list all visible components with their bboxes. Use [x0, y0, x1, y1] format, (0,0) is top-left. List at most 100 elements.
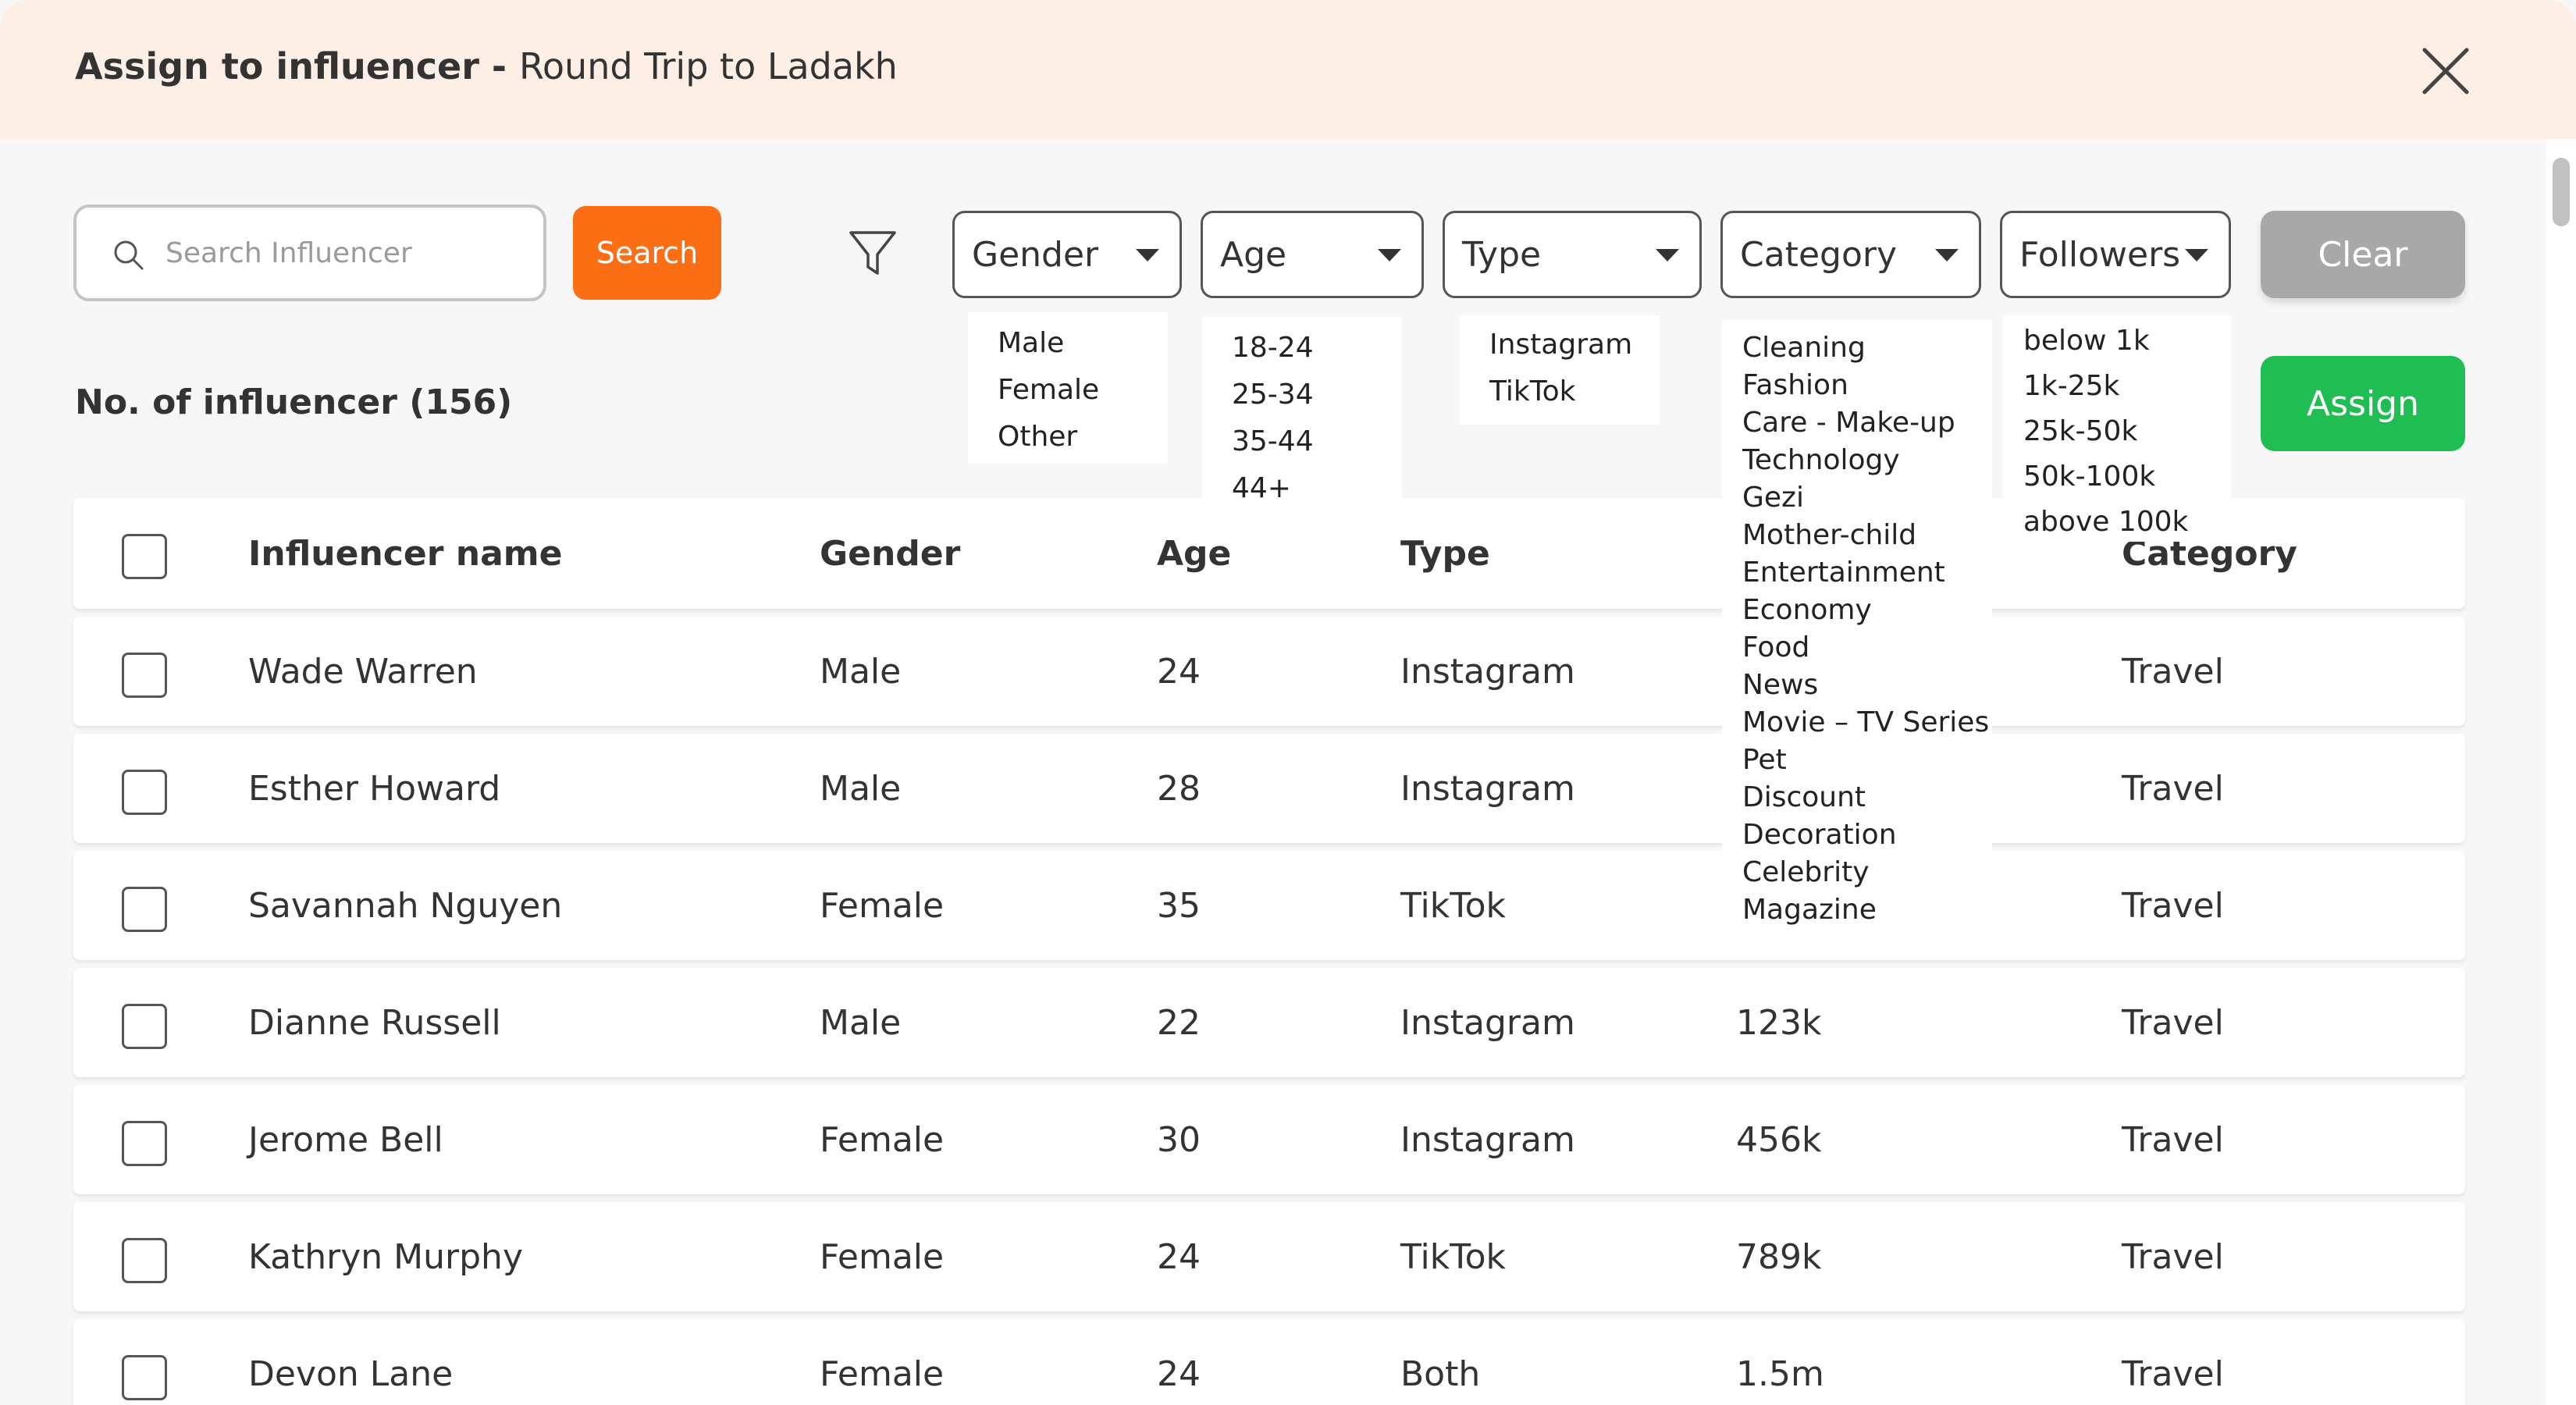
gender-dropdown-label: Gender [972, 234, 1099, 275]
category-option[interactable]: Technology [1742, 442, 1992, 479]
cell-gender: Male [820, 1002, 902, 1043]
header-type[interactable]: Type [1400, 498, 1490, 609]
cell-type: TikTok [1400, 885, 1507, 926]
header-gender[interactable]: Gender [820, 498, 960, 609]
cell-category: Travel [2122, 651, 2224, 692]
category-option[interactable]: Cleaning [1742, 329, 1992, 367]
type-dropdown[interactable]: Type [1443, 211, 1702, 298]
table-row[interactable]: Wade Warren Male 24 Instagram Travel [73, 617, 2465, 726]
table-row[interactable]: Jerome Bell Female 30 Instagram 456k Tra… [73, 1085, 2465, 1194]
category-option[interactable]: Pet [1742, 742, 1992, 779]
table-row[interactable]: Dianne Russell Male 22 Instagram 123k Tr… [73, 968, 2465, 1077]
gender-option[interactable]: Other [998, 414, 1168, 461]
table-row[interactable]: Kathryn Murphy Female 24 TikTok 789k Tra… [73, 1202, 2465, 1311]
age-dropdown-label: Age [1220, 234, 1287, 275]
row-checkbox[interactable] [122, 1355, 167, 1400]
row-checkbox[interactable] [122, 770, 167, 815]
category-dropdown[interactable]: Category [1720, 211, 1981, 298]
modal-header: Assign to influencer - Round Trip to Lad… [0, 0, 2576, 139]
gender-options-menu: Male Female Other [968, 312, 1168, 464]
table-row[interactable]: Devon Lane Female 24 Both 1.5m Travel [73, 1319, 2465, 1405]
category-option[interactable]: Gezi [1742, 479, 1992, 517]
category-option[interactable]: Fashion [1742, 367, 1992, 404]
age-option[interactable]: 18-24 [1232, 325, 1402, 372]
type-options-menu: Instagram TikTok [1460, 315, 1660, 425]
modal-title: Assign to influencer - Round Trip to Lad… [75, 45, 898, 87]
age-options-menu: 18-24 25-34 35-44 44+ [1202, 317, 1402, 504]
search-input[interactable] [165, 223, 525, 283]
category-option[interactable]: Decoration [1742, 816, 1992, 854]
type-option[interactable]: Instagram [1489, 322, 1660, 368]
cell-category: Travel [2122, 1119, 2224, 1160]
category-option[interactable]: Celebrity [1742, 854, 1992, 891]
cell-age: 30 [1157, 1119, 1201, 1160]
row-checkbox[interactable] [122, 653, 167, 698]
influencer-table: Influencer name Gender Age Type Category… [73, 498, 2465, 1405]
cell-followers: 456k [1736, 1119, 1822, 1160]
category-option[interactable]: Economy [1742, 592, 1992, 629]
close-button[interactable] [2417, 42, 2475, 100]
caret-down-icon [1378, 249, 1401, 261]
cell-category: Travel [2122, 1353, 2224, 1394]
scrollbar-thumb[interactable] [2553, 158, 2570, 226]
assign-button[interactable]: Assign [2261, 356, 2465, 451]
followers-option[interactable]: 50k-100k [2023, 454, 2231, 500]
age-dropdown[interactable]: Age [1201, 211, 1424, 298]
followers-option[interactable]: below 1k [2023, 318, 2231, 364]
header-influencer-name[interactable]: Influencer name [248, 498, 562, 609]
cell-followers: 789k [1736, 1236, 1822, 1277]
caret-down-icon [1136, 249, 1159, 261]
scrollbar-track[interactable] [2546, 139, 2576, 1405]
row-checkbox[interactable] [122, 1121, 167, 1166]
cell-type: Both [1400, 1353, 1481, 1394]
cell-name: Esther Howard [248, 768, 501, 809]
table-row[interactable]: Savannah Nguyen Female 35 TikTok Travel [73, 851, 2465, 960]
cell-category: Travel [2122, 885, 2224, 926]
followers-option[interactable]: above 100k [2023, 500, 2231, 545]
category-option[interactable]: Movie – TV Series [1742, 704, 1992, 742]
select-all-checkbox[interactable] [122, 534, 167, 579]
cell-type: Instagram [1400, 1002, 1575, 1043]
influencer-count: No. of influencer (156) [75, 382, 513, 422]
modal-title-campaign: Round Trip to Ladakh [519, 45, 898, 87]
category-option[interactable]: Mother-child [1742, 517, 1992, 554]
type-option[interactable]: TikTok [1489, 368, 1660, 415]
category-option[interactable]: Entertainment [1742, 554, 1992, 592]
category-option[interactable]: Magazine [1742, 891, 1992, 929]
cell-gender: Male [820, 768, 902, 809]
followers-option[interactable]: 25k-50k [2023, 409, 2231, 454]
row-checkbox[interactable] [122, 887, 167, 932]
header-age[interactable]: Age [1157, 498, 1231, 609]
table-row[interactable]: Esther Howard Male 28 Instagram Travel [73, 734, 2465, 843]
followers-options-menu: below 1k 1k-25k 25k-50k 50k-100k above 1… [2003, 315, 2231, 542]
cell-name: Devon Lane [248, 1353, 454, 1394]
gender-option[interactable]: Female [998, 367, 1168, 414]
category-option[interactable]: Care - Make-up [1742, 404, 1992, 442]
clear-button[interactable]: Clear [2261, 211, 2465, 298]
filter-icon[interactable] [846, 226, 899, 279]
age-option[interactable]: 35-44 [1232, 418, 1402, 465]
caret-down-icon [1656, 249, 1679, 261]
category-option[interactable]: Discount [1742, 779, 1992, 816]
cell-name: Kathryn Murphy [248, 1236, 523, 1277]
category-option[interactable]: News [1742, 667, 1992, 704]
followers-dropdown[interactable]: Followers [2000, 211, 2231, 298]
category-option[interactable]: Food [1742, 629, 1992, 667]
search-box[interactable] [73, 205, 546, 301]
cell-name: Dianne Russell [248, 1002, 501, 1043]
gender-dropdown[interactable]: Gender [952, 211, 1182, 298]
gender-option[interactable]: Male [998, 320, 1168, 367]
cell-followers: 1.5m [1736, 1353, 1824, 1394]
cell-gender: Female [820, 1236, 945, 1277]
cell-gender: Female [820, 1119, 945, 1160]
caret-down-icon [2185, 249, 2208, 261]
age-option[interactable]: 25-34 [1232, 372, 1402, 418]
row-checkbox[interactable] [122, 1004, 167, 1049]
cell-age: 24 [1157, 651, 1201, 692]
row-checkbox[interactable] [122, 1238, 167, 1283]
age-option[interactable]: 44+ [1232, 465, 1402, 512]
search-button[interactable]: Search [573, 206, 721, 300]
cell-age: 24 [1157, 1236, 1201, 1277]
close-icon [2422, 48, 2469, 94]
followers-option[interactable]: 1k-25k [2023, 364, 2231, 409]
